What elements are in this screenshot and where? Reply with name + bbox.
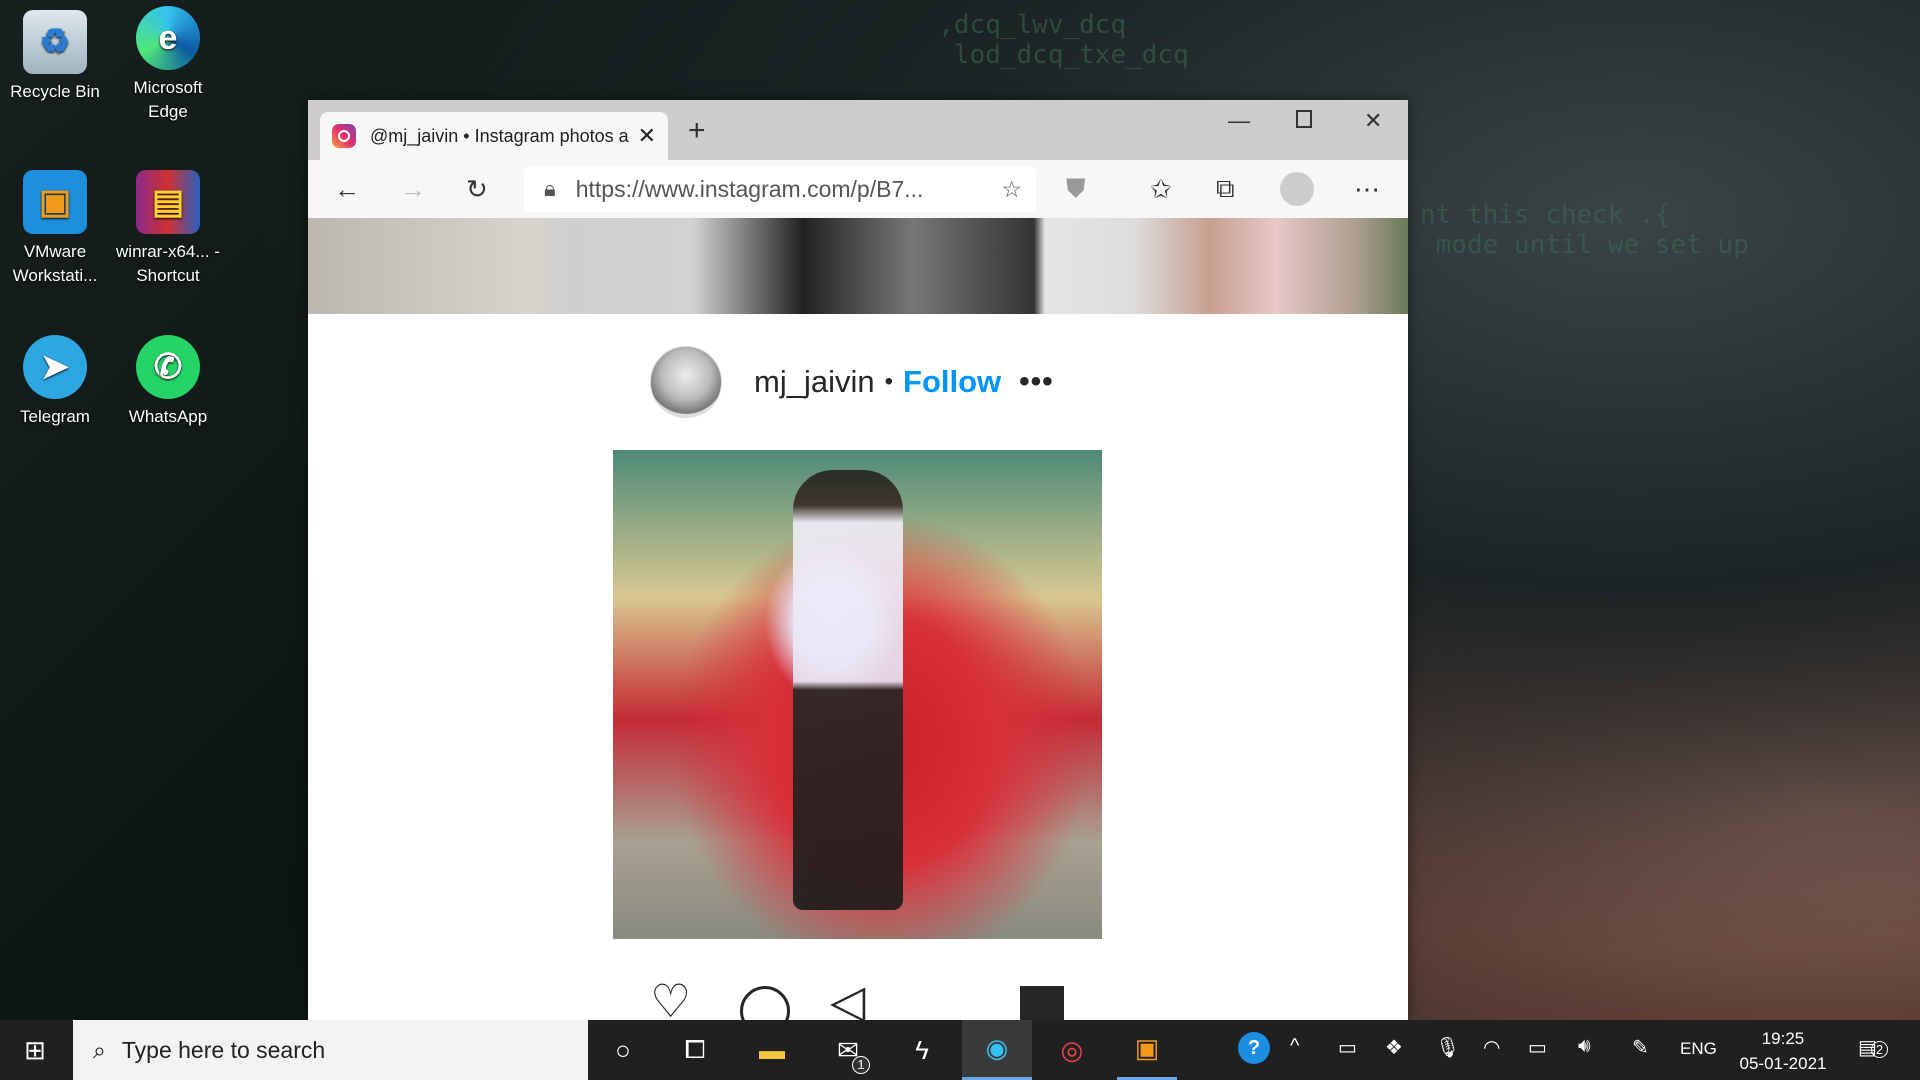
tab-instagram[interactable]: @mj_jaivin • Instagram photos a ✕ bbox=[320, 112, 668, 160]
task-view-icon[interactable]: ⧠ bbox=[665, 1020, 725, 1080]
show-hidden-icons[interactable]: ^ bbox=[1290, 1035, 1299, 1058]
tab-bar: @mj_jaivin • Instagram photos a ✕ + — ✕ bbox=[308, 100, 1408, 160]
telegram-icon: ➤ bbox=[23, 335, 87, 399]
icon-label: winrar-x64... - Shortcut bbox=[116, 242, 220, 285]
back-button[interactable]: ← bbox=[334, 174, 360, 205]
user-avatar[interactable] bbox=[650, 346, 722, 418]
lock-icon: 🔒︎ bbox=[544, 176, 556, 201]
wifi-icon[interactable]: ◠ bbox=[1483, 1035, 1500, 1060]
battery-icon[interactable]: ▭ bbox=[1528, 1035, 1547, 1060]
desktop-icon-whatsapp[interactable]: ✆ WhatsApp bbox=[113, 335, 223, 429]
desktop-icon-telegram[interactable]: ➤ Telegram bbox=[0, 335, 110, 429]
person-figure bbox=[793, 470, 903, 910]
clock[interactable]: 19:25 05-01-2021 bbox=[1735, 1026, 1831, 1076]
refresh-button[interactable]: ↻ bbox=[466, 174, 488, 205]
new-tab-button[interactable]: + bbox=[688, 114, 706, 148]
help-icon[interactable]: ? bbox=[1238, 1032, 1270, 1064]
clock-time: 19:25 bbox=[1761, 1029, 1805, 1048]
browser-toolbar: ← → ↻ 🔒︎ https://www.instagram.com/p/B7.… bbox=[308, 160, 1408, 218]
volume-icon[interactable]: 🔊︎ bbox=[1578, 1035, 1591, 1058]
shield-icon[interactable]: ⛊ bbox=[1066, 173, 1086, 205]
username-link[interactable]: mj_jaivin bbox=[754, 364, 875, 400]
mail-badge: 1 bbox=[852, 1056, 870, 1074]
maximize-button[interactable] bbox=[1296, 110, 1312, 128]
pen-icon[interactable]: ✎ bbox=[1632, 1035, 1649, 1060]
wallpaper-code: nt this check .{ mode until we set up bbox=[1420, 200, 1749, 260]
microphone-icon[interactable]: 🎙︎ bbox=[1435, 1035, 1460, 1060]
browser-window: @mj_jaivin • Instagram photos a ✕ + — ✕ … bbox=[308, 100, 1408, 1020]
vmware-taskbar-icon[interactable]: ▣ bbox=[1117, 1020, 1177, 1080]
post-header: mj_jaivin • Follow ••• bbox=[650, 346, 1054, 418]
favorite-star-icon[interactable]: ☆ bbox=[1001, 176, 1022, 203]
url-text: https://www.instagram.com/p/B7... bbox=[575, 175, 924, 202]
cortana-icon[interactable]: ○ bbox=[593, 1020, 653, 1080]
instagram-icon bbox=[332, 124, 356, 148]
like-icon[interactable]: ♡ bbox=[650, 974, 691, 1020]
desktop-icon-recycle-bin[interactable]: ♻ Recycle Bin bbox=[0, 10, 110, 104]
desktop-icon-winrar[interactable]: ▤ winrar-x64... - Shortcut bbox=[113, 170, 223, 288]
more-menu-icon[interactable]: ⋯ bbox=[1354, 174, 1380, 205]
forward-button[interactable]: → bbox=[400, 174, 426, 205]
dropbox-icon[interactable]: ❖ bbox=[1385, 1035, 1403, 1060]
winrar-icon: ▤ bbox=[136, 170, 200, 234]
notifications-icon[interactable]: ▤2 bbox=[1858, 1035, 1889, 1060]
profile-photo-strip bbox=[308, 218, 1408, 314]
icon-label: Telegram bbox=[20, 407, 90, 426]
edge-taskbar-icon[interactable]: ◉ bbox=[962, 1020, 1032, 1080]
vmware-icon: ▣ bbox=[23, 170, 87, 234]
desktop-icon-edge[interactable]: e Microsoft Edge bbox=[113, 6, 223, 124]
tab-title: @mj_jaivin • Instagram photos a bbox=[370, 125, 629, 146]
post-image bbox=[613, 450, 1102, 939]
edge-icon: e bbox=[136, 6, 200, 70]
favorites-icon[interactable]: ✩ bbox=[1150, 174, 1172, 205]
address-bar[interactable]: 🔒︎ https://www.instagram.com/p/B7... ☆ bbox=[524, 166, 1036, 212]
close-window-button[interactable]: ✕ bbox=[1364, 108, 1382, 134]
start-button[interactable]: ⊞ bbox=[5, 1020, 65, 1080]
whatsapp-icon: ✆ bbox=[136, 335, 200, 399]
recycle-bin-icon: ♻ bbox=[23, 10, 87, 74]
search-placeholder: Type here to search bbox=[121, 1036, 326, 1063]
chrome-icon[interactable]: ◎ bbox=[1042, 1020, 1102, 1080]
icon-label: Microsoft Edge bbox=[133, 78, 203, 121]
follow-button[interactable]: Follow bbox=[903, 364, 1001, 400]
language-indicator[interactable]: ENG bbox=[1680, 1039, 1717, 1059]
save-bookmark-icon[interactable] bbox=[1020, 986, 1064, 1020]
close-tab-icon[interactable]: ✕ bbox=[638, 123, 656, 149]
profile-avatar[interactable] bbox=[1280, 172, 1314, 206]
minimize-button[interactable]: — bbox=[1228, 108, 1250, 134]
notification-count: 2 bbox=[1870, 1041, 1889, 1058]
page-content: mj_jaivin • Follow ••• ♡ ◁ bbox=[308, 218, 1408, 1020]
search-icon: ⌕ bbox=[93, 1036, 106, 1063]
clock-date: 05-01-2021 bbox=[1739, 1054, 1827, 1073]
file-explorer-icon[interactable]: ▬ bbox=[742, 1020, 802, 1080]
more-options-button[interactable]: ••• bbox=[1019, 365, 1054, 399]
desktop-icon-vmware[interactable]: ▣ VMware Workstati... bbox=[0, 170, 110, 288]
comment-icon[interactable] bbox=[740, 986, 790, 1020]
meet-now-icon[interactable]: ▭ bbox=[1338, 1035, 1357, 1060]
mail-icon[interactable]: ✉ 1 bbox=[818, 1020, 878, 1080]
collections-icon[interactable]: ⧉ bbox=[1216, 173, 1235, 205]
taskbar: ⊞ ⌕ Type here to search ○ ⧠ ▬ ✉ 1 ϟ ◉ ◎ ▣ … bbox=[0, 1020, 1920, 1080]
taskbar-search[interactable]: ⌕ Type here to search bbox=[73, 1020, 588, 1080]
icon-label: Recycle Bin bbox=[10, 82, 100, 101]
icon-label: WhatsApp bbox=[128, 407, 208, 426]
wallpaper-code: ,dcq_lwv_dcq lod_dcq_txe_dcq bbox=[938, 10, 1189, 70]
separator: • bbox=[884, 368, 894, 395]
app-icon[interactable]: ϟ bbox=[892, 1020, 952, 1080]
share-icon[interactable]: ◁ bbox=[830, 974, 865, 1020]
icon-label: VMware Workstati... bbox=[12, 242, 98, 285]
